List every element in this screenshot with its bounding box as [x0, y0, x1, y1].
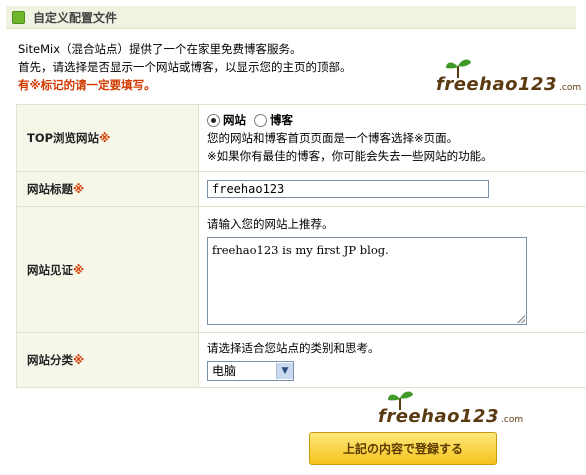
required-note: 有※标记的请一定要填写。 — [18, 78, 156, 92]
field-site-category: 请选择适合您站点的类别和思考。 电脑 ▼ — [198, 332, 586, 388]
site-title-input[interactable]: freehao123 — [207, 180, 489, 198]
label-site-category: 网站分类※ — [16, 332, 199, 388]
label-top-browse: TOP浏览网站※ — [16, 104, 199, 172]
label-site-desc: 网站见证※ — [16, 206, 199, 333]
top-browse-help-1: 您的网站和博客首页页面是一个博客选择※页面。 — [207, 131, 459, 145]
label-site-title: 网站标题※ — [16, 171, 199, 207]
site-desc-text: freehao123 is my first JP blog. — [212, 242, 389, 257]
radio-website[interactable]: 网站 — [207, 111, 246, 129]
site-desc-textarea[interactable]: freehao123 is my first JP blog. — [207, 236, 527, 325]
site-desc-hint: 请输入您的网站上推荐。 — [207, 216, 334, 231]
logo-top-text: freehao123 — [436, 74, 558, 95]
section-header: 自定义配置文件 — [6, 6, 576, 29]
site-category-hint: 请选择适合您站点的类别和思考。 — [207, 341, 380, 355]
field-top-browse: 网站 博客 您的网站和博客首页页面是一个博客选择※页面。 ※如果你有最佳的博客，… — [198, 104, 586, 172]
logo-top-domain: .com — [559, 83, 582, 93]
site-category-value: 电脑 — [212, 364, 237, 378]
submit-button[interactable]: 上記の内容で登録する — [309, 432, 497, 465]
resize-grip-icon[interactable] — [517, 314, 525, 323]
radio-unchecked-icon — [254, 114, 267, 127]
intro-line-1: SiteMix（混合站点）提供了一个在家里免费博客服务。 — [18, 42, 302, 56]
profile-form: TOP浏览网站※ 网站 博客 您的网站和博客首页页面是一个博客选择※页面。 ※如… — [16, 104, 586, 388]
radio-checked-icon — [207, 114, 220, 127]
logo-bottom-text: freehao123 — [378, 406, 500, 427]
intro-text: SiteMix（混合站点）提供了一个在家里免费博客服务。 首先，请选择是否显示一… — [18, 40, 352, 94]
section-title: 自定义配置文件 — [33, 10, 118, 25]
field-site-title: freehao123 — [198, 171, 586, 207]
logo-bottom-domain: .com — [501, 415, 524, 425]
field-site-desc: 请输入您的网站上推荐。 freehao123 is my first JP bl… — [198, 206, 586, 333]
intro-line-2: 首先，请选择是否显示一个网站或博客，以显示您的主页的顶部。 — [18, 60, 352, 74]
radio-blog[interactable]: 博客 — [254, 111, 293, 129]
site-category-select[interactable]: 电脑 ▼ — [207, 361, 294, 381]
green-square-icon — [12, 10, 25, 24]
top-browse-help-2: ※如果你有最佳的博客，你可能会失去一些网站的功能。 — [207, 149, 493, 163]
chevron-down-icon[interactable]: ▼ — [276, 363, 293, 379]
